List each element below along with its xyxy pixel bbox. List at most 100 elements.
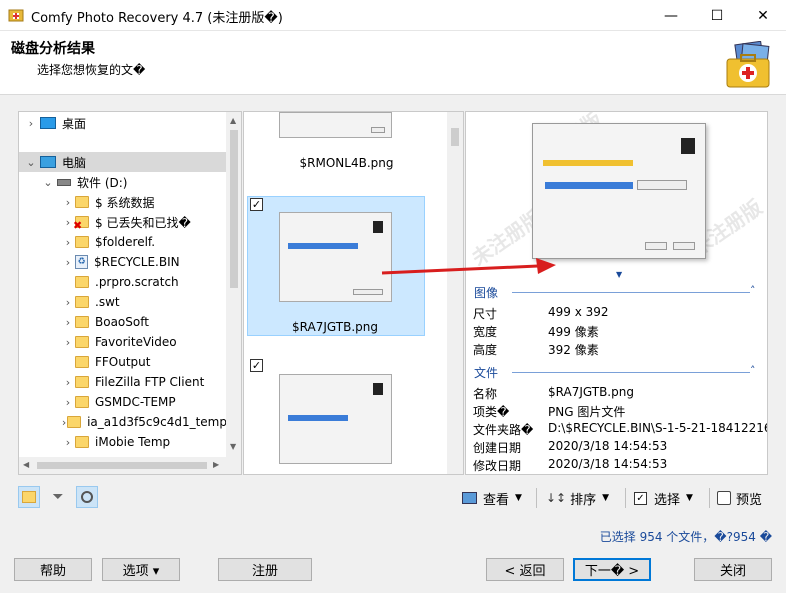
- scroll-left-icon[interactable]: ◀: [23, 460, 29, 469]
- tree-item-folder[interactable]: › iMobie Temp: [19, 432, 227, 452]
- thumbnail-checkbox[interactable]: ✓: [250, 198, 263, 211]
- close-button[interactable]: 关闭: [694, 558, 772, 581]
- tree-item-folder[interactable]: › $ 系统数据: [19, 192, 227, 212]
- toolbar-separator: [625, 488, 626, 508]
- chevron-right-icon[interactable]: ›: [61, 376, 75, 389]
- filter-icon[interactable]: ⏷: [47, 486, 69, 508]
- desktop-icon: [40, 117, 56, 129]
- tree-item-desktop[interactable]: › 桌面: [19, 113, 227, 133]
- minimize-button[interactable]: —: [648, 0, 694, 31]
- tree-item-drive-d[interactable]: ⌄ 软件 (D:): [19, 172, 227, 192]
- tree-item-label: 电脑: [62, 155, 87, 170]
- chevron-up-icon[interactable]: ˄: [750, 284, 756, 297]
- close-window-button[interactable]: ✕: [740, 0, 786, 31]
- prop-key: 宽度: [473, 325, 498, 339]
- thumbnail-image[interactable]: [279, 374, 392, 464]
- drive-icon: [57, 178, 71, 186]
- folder-icon: [75, 396, 89, 408]
- preview-image: [532, 123, 706, 259]
- chevron-right-icon[interactable]: ›: [61, 296, 75, 309]
- sort-icon: ↓↕: [546, 491, 567, 505]
- thumbnail-checkbox[interactable]: ✓: [250, 359, 263, 372]
- view-label: 查看: [483, 492, 510, 508]
- tree-item-folder[interactable]: › $folderelf.: [19, 232, 227, 252]
- back-button[interactable]: < 返回: [486, 558, 564, 581]
- recycle-bin-icon: ♻: [75, 255, 88, 269]
- file-section-header[interactable]: 文件 ˄: [474, 364, 764, 380]
- help-button[interactable]: 帮助: [14, 558, 92, 581]
- tree-item-folder[interactable]: › FavoriteVideo: [19, 332, 227, 352]
- tree-item-label: .prpro.scratch: [95, 275, 179, 289]
- tree-item-label: GSMDC-TEMP: [95, 395, 176, 409]
- tree-item-folder[interactable]: › .swt: [19, 292, 227, 312]
- scrollbar-thumb[interactable]: [230, 130, 238, 288]
- prop-key: 名称: [473, 387, 498, 401]
- tree-item-folder[interactable]: › FileZilla FTP Client: [19, 372, 227, 392]
- next-button[interactable]: 下一� >: [573, 558, 651, 581]
- scrollbar-thumb[interactable]: [37, 462, 207, 469]
- collapse-icon[interactable]: ▼: [616, 270, 622, 279]
- chevron-up-icon[interactable]: ˄: [750, 364, 756, 377]
- thumbnail-image[interactable]: [279, 112, 392, 138]
- folder-icon: [75, 276, 89, 288]
- prop-row: 修改日期 2020/3/18 14:54:53: [473, 457, 667, 474]
- folder-icon: [67, 416, 82, 428]
- thumbnail-scrollbar[interactable]: [447, 112, 463, 474]
- scroll-down-icon[interactable]: ▼: [230, 442, 236, 451]
- chevron-right-icon[interactable]: ›: [61, 316, 75, 329]
- sort-button[interactable]: ↓↕ 排序 ▼: [546, 486, 609, 510]
- prop-row: 高度 392 像素: [473, 341, 599, 359]
- page-header: 磁盘分析结果 选择您想恢复的文�: [0, 31, 786, 95]
- thumbnail-image[interactable]: [279, 212, 392, 302]
- chevron-down-icon[interactable]: ⌄: [24, 156, 38, 169]
- sort-label: 排序: [570, 492, 597, 508]
- chevron-right-icon[interactable]: ›: [24, 117, 38, 130]
- scroll-right-icon[interactable]: ▶: [213, 460, 219, 469]
- tree-item-folder[interactable]: › ✖ $ 已丢失和已找�: [19, 212, 227, 233]
- folder-icon: [75, 316, 89, 328]
- tree-item-folder[interactable]: .prpro.scratch: [19, 272, 227, 292]
- folder-icon: [75, 296, 89, 308]
- preview-button[interactable]: 预览: [717, 486, 762, 510]
- preview-label: 预览: [736, 492, 763, 508]
- folder-icon: [75, 236, 89, 248]
- tree-item-label: FFOutput: [95, 355, 151, 369]
- prop-key: 高度: [473, 343, 498, 357]
- select-button[interactable]: ✓ 选择 ▼: [634, 486, 693, 510]
- prop-value: 2020/3/18 14:54:53: [548, 439, 668, 453]
- options-button[interactable]: 选项 ▾: [102, 558, 180, 581]
- register-button[interactable]: 注册: [218, 558, 312, 581]
- search-icon[interactable]: [76, 486, 98, 508]
- prop-value: $RA7JGTB.png: [548, 385, 634, 399]
- scrollbar-thumb[interactable]: [451, 128, 459, 146]
- tree-item-folder[interactable]: › ♻ $RECYCLE.BIN: [19, 252, 227, 272]
- maximize-button[interactable]: ☐: [694, 0, 740, 31]
- chevron-right-icon[interactable]: ›: [61, 336, 75, 349]
- folder-tree[interactable]: › 桌面 ⌄ 电脑 ⌄ 软件 (D:) › $ 系统数据 › ✖ $ 已丢失和已找…: [18, 111, 242, 475]
- view-button[interactable]: 查看 ▼: [462, 486, 522, 510]
- tree-item-label: .swt: [95, 295, 120, 309]
- tree-item-label: $folderelf.: [95, 235, 156, 249]
- chevron-right-icon[interactable]: ›: [61, 396, 75, 409]
- image-section-header[interactable]: 图像 ˄: [474, 284, 764, 300]
- chevron-right-icon[interactable]: ›: [61, 436, 75, 449]
- tree-item-folder[interactable]: › ia_a1d3f5c9c4d1_temp: [19, 412, 227, 432]
- chevron-right-icon[interactable]: ›: [61, 236, 75, 249]
- prop-value: 499 像素: [548, 325, 599, 339]
- tree-item-folder[interactable]: › GSMDC-TEMP: [19, 392, 227, 412]
- chevron-down-icon[interactable]: ⌄: [41, 176, 55, 189]
- chevron-right-icon[interactable]: ›: [61, 256, 75, 269]
- thumbnail-grid[interactable]: $RMONL4B.png ✓ $RA7JGTB.png ✓: [243, 111, 464, 475]
- chevron-right-icon[interactable]: ›: [61, 196, 75, 209]
- prop-row: 项类� PNG 图片文件: [473, 403, 625, 421]
- tree-vertical-scrollbar[interactable]: ▲ ▼: [226, 112, 241, 457]
- tree-item-pc[interactable]: ⌄ 电脑: [19, 152, 227, 172]
- scroll-up-icon[interactable]: ▲: [230, 116, 236, 125]
- tree-item-folder[interactable]: FFOutput: [19, 352, 227, 372]
- tree-item-folder[interactable]: › BoaoSoft: [19, 312, 227, 332]
- tree-item-label: iMobie Temp: [95, 435, 171, 449]
- tree-horizontal-scrollbar[interactable]: ◀ ▶: [19, 457, 241, 474]
- prop-key: 文件夹路�: [473, 423, 534, 437]
- tree-item-label: FavoriteVideo: [95, 335, 177, 349]
- folder-view-icon[interactable]: [18, 486, 40, 508]
